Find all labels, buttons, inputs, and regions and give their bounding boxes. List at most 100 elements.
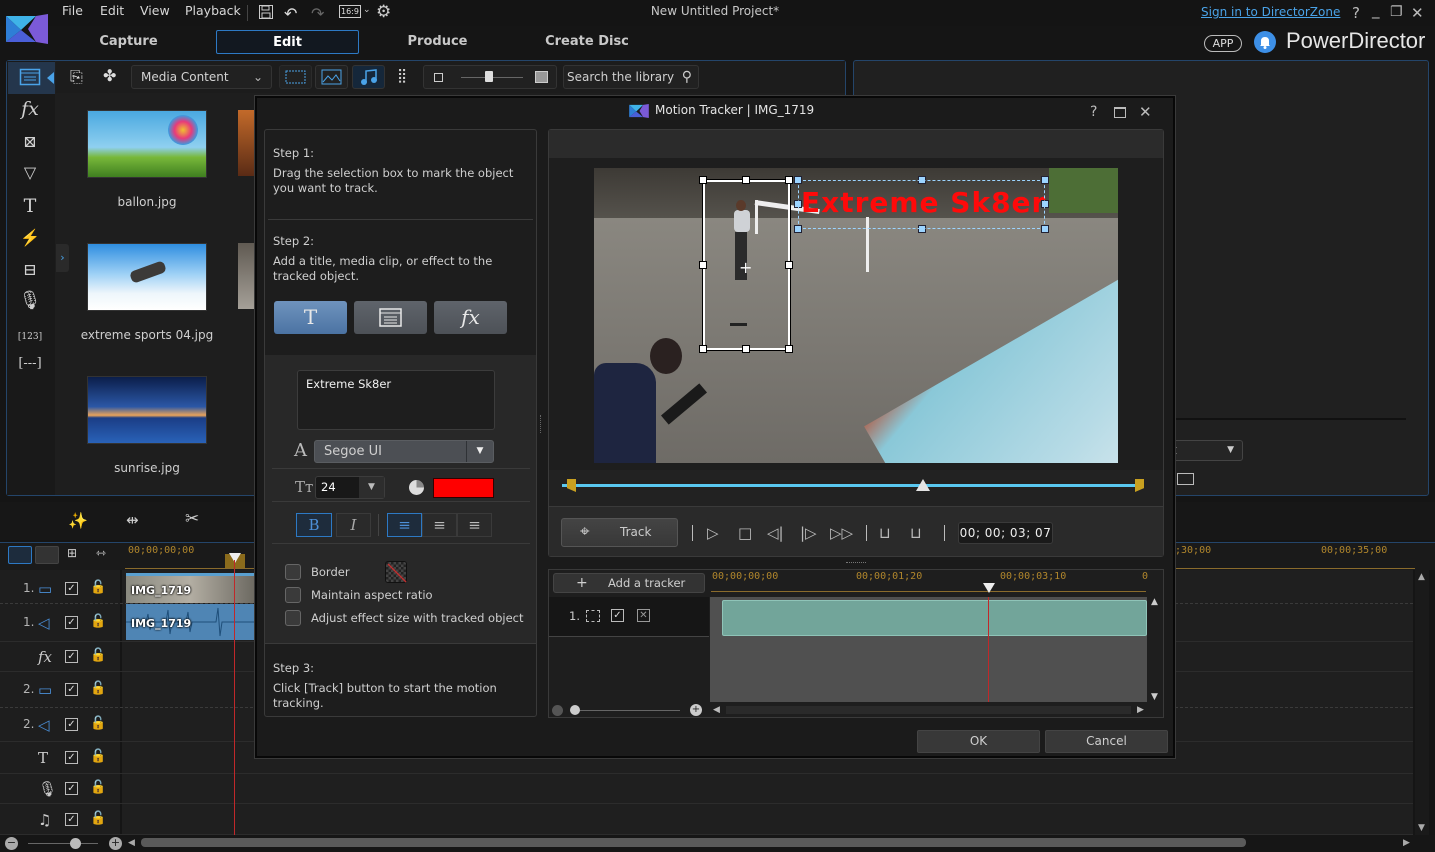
sort-grid-icon[interactable]: ⣿ bbox=[397, 68, 407, 84]
library-search-input[interactable]: Search the library ⚲ bbox=[563, 65, 699, 89]
scroll-right-icon[interactable]: ▶ bbox=[1403, 838, 1410, 848]
zoom-out-icon[interactable]: − bbox=[5, 837, 18, 850]
track-enable-checkbox[interactable]: ✓ bbox=[65, 683, 78, 696]
track-lock-icon[interactable]: 🔓 bbox=[90, 580, 106, 595]
title-text-input[interactable]: Extreme Sk8er bbox=[297, 370, 495, 430]
playhead-handle[interactable] bbox=[229, 553, 241, 563]
add-tracker-button[interactable]: + Add a tracker bbox=[553, 573, 705, 593]
timeline-view-button[interactable] bbox=[8, 546, 32, 564]
track-enable-checkbox[interactable]: ✓ bbox=[65, 782, 78, 795]
italic-button[interactable]: I bbox=[336, 513, 371, 537]
magic-tools-icon[interactable]: ✨ bbox=[68, 511, 88, 530]
timecode-display[interactable]: 00; 00; 03; 07 bbox=[958, 522, 1053, 544]
cancel-button[interactable]: Cancel bbox=[1045, 730, 1168, 753]
scroll-up-icon[interactable]: ▲ bbox=[1151, 597, 1158, 607]
dialog-help-button[interactable]: ? bbox=[1090, 104, 1097, 120]
scroll-left-icon[interactable]: ◀ bbox=[128, 838, 135, 848]
track-button[interactable]: ⌖ Track bbox=[561, 518, 678, 547]
scrub-position-thumb[interactable] bbox=[916, 479, 931, 491]
storyboard-view-button[interactable] bbox=[35, 546, 59, 564]
track-manager-icon[interactable]: ⊞ bbox=[67, 546, 77, 560]
media-thumb-extreme-sports[interactable] bbox=[87, 243, 207, 311]
track-lock-icon[interactable]: 🔓 bbox=[90, 780, 106, 795]
media-thumb-partial[interactable] bbox=[238, 243, 254, 309]
minimize-button[interactable]: _ bbox=[1372, 1, 1380, 19]
tab-edit[interactable]: Edit bbox=[216, 30, 359, 54]
tracker-zoom-thumb[interactable] bbox=[570, 705, 580, 715]
selection-resize-handle[interactable] bbox=[742, 345, 750, 353]
menu-edit[interactable]: Edit bbox=[100, 3, 124, 18]
track-enable-checkbox[interactable]: ✓ bbox=[65, 616, 78, 629]
maintain-aspect-ratio-checkbox[interactable] bbox=[285, 587, 301, 603]
expand-library-button[interactable]: › bbox=[56, 244, 69, 272]
close-button[interactable]: ✕ bbox=[1411, 4, 1424, 22]
add-title-button[interactable]: T bbox=[274, 301, 347, 334]
undo-icon[interactable]: ↶ bbox=[284, 4, 297, 23]
pip-objects-icon[interactable]: ⊠ bbox=[14, 132, 46, 158]
ok-button[interactable]: OK bbox=[917, 730, 1040, 753]
selection-resize-handle[interactable] bbox=[699, 176, 707, 184]
tracker-vertical-scrollbar[interactable]: ▲ ▼ bbox=[1149, 597, 1161, 702]
quality-select[interactable]: t▼ bbox=[1165, 440, 1243, 461]
tracker-remove-icon[interactable]: ✕ bbox=[637, 609, 650, 622]
play-icon[interactable]: ▷ bbox=[707, 524, 719, 542]
opacity-icon[interactable] bbox=[409, 480, 424, 495]
align-right-button[interactable]: ≡ bbox=[457, 513, 492, 537]
media-thumb-ballon[interactable] bbox=[87, 110, 207, 178]
title-room-icon[interactable]: T bbox=[14, 195, 46, 221]
plugins-puzzle-icon[interactable]: ✤ bbox=[103, 66, 116, 85]
next-frame-icon[interactable]: |▷ bbox=[800, 524, 817, 542]
fit-timeline-icon[interactable]: ⇿ bbox=[96, 546, 106, 560]
pane-resize-handle[interactable] bbox=[846, 562, 866, 564]
add-effect-button[interactable]: fx bbox=[434, 301, 507, 334]
search-icon[interactable]: ⚲ bbox=[682, 66, 692, 88]
track-enable-checkbox[interactable]: ✓ bbox=[65, 581, 78, 595]
thumbnail-size-slider[interactable] bbox=[423, 65, 557, 89]
media-room-icon[interactable] bbox=[14, 66, 46, 92]
add-media-button[interactable] bbox=[354, 301, 427, 334]
track-enable-checkbox[interactable]: ✓ bbox=[65, 812, 78, 826]
slider-thumb[interactable] bbox=[485, 71, 493, 82]
selection-resize-handle[interactable] bbox=[785, 345, 793, 353]
track-enable-checkbox[interactable]: ✓ bbox=[65, 718, 78, 731]
app-badge[interactable]: APP bbox=[1204, 35, 1242, 52]
voice-over-icon[interactable]: 🎙 bbox=[14, 290, 46, 316]
mark-in-icon[interactable]: ⊔ bbox=[879, 524, 891, 542]
track-lock-icon[interactable]: 🔓 bbox=[90, 749, 106, 764]
settings-gear-icon[interactable]: ⚙ bbox=[376, 2, 391, 22]
scroll-up-icon[interactable]: ▲ bbox=[1418, 572, 1425, 582]
redo-icon[interactable]: ↷ bbox=[311, 4, 324, 23]
scroll-right-icon[interactable]: ▶ bbox=[1137, 705, 1144, 715]
fx-room-icon[interactable]: fx bbox=[14, 98, 46, 124]
chapter-icon[interactable]: [123] bbox=[14, 324, 46, 350]
selection-resize-handle[interactable] bbox=[785, 261, 793, 269]
previous-frame-icon[interactable]: ◁| bbox=[767, 524, 784, 542]
timeline-zoom-thumb[interactable] bbox=[70, 838, 81, 849]
particle-icon[interactable]: ▽ bbox=[14, 163, 46, 189]
subtitle-icon[interactable]: [---] bbox=[14, 356, 46, 382]
help-button[interactable]: ? bbox=[1352, 4, 1360, 22]
menu-playback[interactable]: Playback bbox=[185, 3, 241, 18]
track-lock-icon[interactable]: 🔓 bbox=[90, 614, 106, 629]
sign-in-link[interactable]: Sign in to DirectorZone bbox=[1201, 5, 1340, 19]
media-content-select[interactable]: Media Content ⌄ bbox=[131, 65, 272, 89]
tracker-enable-checkbox[interactable]: ✓ bbox=[611, 609, 624, 622]
fast-forward-icon[interactable]: ▷▷ bbox=[830, 524, 853, 542]
border-checkbox[interactable] bbox=[285, 564, 301, 580]
font-size-select[interactable]: 24 ▼ bbox=[315, 476, 385, 499]
filter-image-button[interactable] bbox=[315, 65, 348, 89]
notification-bell-icon[interactable] bbox=[1254, 31, 1276, 53]
tracker-zoom-out-icon[interactable] bbox=[552, 705, 563, 716]
track-lock-icon[interactable]: 🔓 bbox=[90, 681, 106, 696]
import-media-icon[interactable]: ⎘ bbox=[70, 67, 83, 87]
zoom-in-icon[interactable]: + bbox=[109, 837, 122, 850]
track-lock-icon[interactable]: 🔓 bbox=[90, 648, 106, 663]
font-color-swatch[interactable] bbox=[433, 478, 494, 498]
audio-mixing-icon[interactable]: ⊟ bbox=[14, 260, 46, 286]
mark-out-icon[interactable]: ⊔ bbox=[910, 524, 922, 542]
pane-resize-handle[interactable] bbox=[540, 415, 543, 433]
scroll-down-icon[interactable]: ▼ bbox=[1151, 692, 1158, 702]
font-select[interactable]: Segoe UI ▼ bbox=[314, 440, 494, 463]
adjust-effect-size-checkbox[interactable] bbox=[285, 610, 301, 626]
selection-resize-handle[interactable] bbox=[699, 345, 707, 353]
